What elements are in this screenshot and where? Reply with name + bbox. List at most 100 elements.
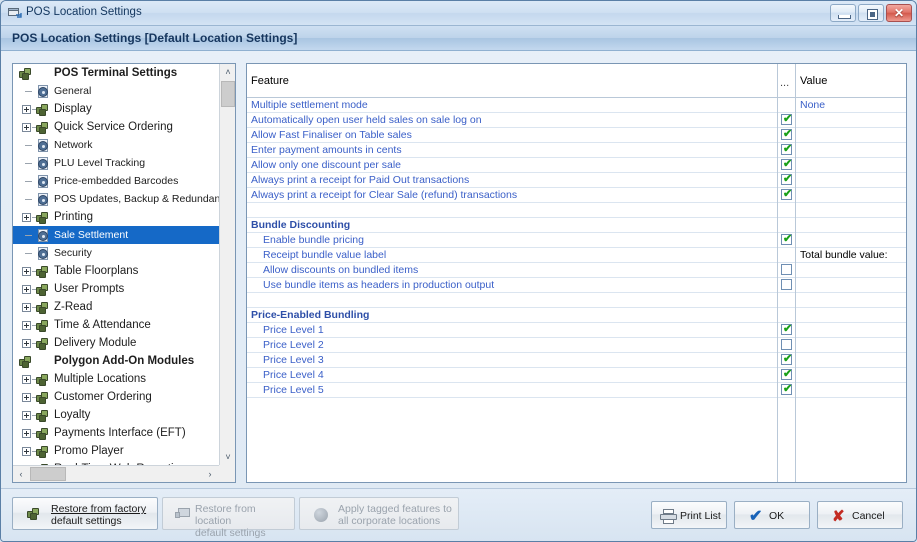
tree-item-pos-terminal-settings[interactable]: POS Terminal Settings <box>13 64 220 82</box>
minimize-button[interactable] <box>830 4 856 22</box>
feature-row[interactable]: Price Level 4 ✔ <box>247 368 906 383</box>
tree-item-plu-level-tracking[interactable]: PLU Level Tracking <box>13 154 220 172</box>
feature-row[interactable]: Enter payment amounts in cents ✔ <box>247 143 906 158</box>
feature-enabled-checkbox[interactable]: ✔ <box>781 189 792 200</box>
tree-vscroll-thumb[interactable] <box>221 81 235 107</box>
feature-enabled-checkbox[interactable]: ✔ <box>781 159 792 170</box>
maximize-button[interactable] <box>858 4 884 22</box>
expand-icon[interactable] <box>22 393 31 402</box>
main-content: POS Terminal Settings General Display Quick… <box>1 51 916 488</box>
feature-enabled-checkbox[interactable]: ✔ <box>781 369 792 380</box>
expand-icon[interactable] <box>22 411 31 420</box>
feature-value[interactable]: None <box>800 98 825 112</box>
feature-section-header[interactable]: Price-Enabled Bundling <box>247 308 906 323</box>
expand-icon[interactable] <box>22 429 31 438</box>
restore-from-factory-defaults-button[interactable]: Restore from factory default settings <box>12 497 158 530</box>
tree-item-promo-player[interactable]: Promo Player <box>13 442 220 460</box>
tree-item-customer-ordering[interactable]: Customer Ordering <box>13 388 220 406</box>
cancel-button[interactable]: ✘ Cancel <box>817 501 903 529</box>
restore-from-location-defaults-button[interactable]: Restore from location default settings <box>162 497 295 539</box>
feature-enabled-checkbox[interactable]: ✔ <box>781 234 792 245</box>
tree-item-table-floorplans[interactable]: Table Floorplans <box>13 262 220 280</box>
feature-row[interactable]: Allow only one discount per sale✔✔ <box>247 158 906 173</box>
feature-row[interactable]: Always print a receipt for Clear Sale (r… <box>247 188 906 203</box>
scroll-left-icon[interactable]: ‹ <box>13 466 29 482</box>
scroll-up-icon[interactable]: ˄ <box>220 64 235 80</box>
feature-row[interactable]: Price Level 1 ✔ <box>247 323 906 338</box>
tree-item-multiple-locations[interactable]: Multiple Locations <box>13 370 220 388</box>
print-list-button[interactable]: Print List <box>651 501 727 529</box>
expand-icon[interactable] <box>22 267 31 276</box>
feature-enabled-checkbox[interactable]: ✔ <box>781 384 792 395</box>
tree-item-user-prompts[interactable]: User Prompts <box>13 280 220 298</box>
feature-enabled-checkbox[interactable]: ✔ <box>781 114 792 125</box>
feature-row[interactable]: Allow discounts on bundled items <box>247 263 906 278</box>
tree-item-security[interactable]: Security <box>13 244 220 262</box>
feature-label: Price Level 4 <box>263 369 324 381</box>
feature-row[interactable]: Price Level 3 ✔ <box>247 353 906 368</box>
feature-row[interactable]: Multiple settlement mode None <box>247 98 906 113</box>
feature-enabled-checkbox[interactable]: ✔ <box>781 174 792 185</box>
tree-item-printing[interactable]: Printing <box>13 208 220 226</box>
tree-item-loyalty[interactable]: Loyalty <box>13 406 220 424</box>
scroll-right-icon[interactable]: › <box>202 466 218 482</box>
expand-icon[interactable] <box>22 375 31 384</box>
expand-icon[interactable] <box>22 447 31 456</box>
tree-item-display[interactable]: Display <box>13 100 220 118</box>
feature-label: Enable bundle pricing <box>263 234 364 246</box>
page-title: POS Location Settings [Default Location … <box>12 31 298 45</box>
tree-item-z-read[interactable]: Z-Read <box>13 298 220 316</box>
feature-row[interactable]: Use bundle items as headers in productio… <box>247 278 906 293</box>
expand-icon[interactable] <box>22 321 31 330</box>
feature-label: Always print a receipt for Clear Sale (r… <box>251 189 518 201</box>
scroll-down-icon[interactable]: ˅ <box>220 449 235 465</box>
feature-enabled-checkbox[interactable] <box>781 339 792 350</box>
title-bar: POS Location Settings ✕ <box>1 1 916 26</box>
tree-item-delivery-module[interactable]: Delivery Module <box>13 334 220 352</box>
expand-icon[interactable] <box>22 213 31 222</box>
feature-row[interactable]: Allow Fast Finaliser on Table sales ✔ <box>247 128 906 143</box>
feature-row[interactable]: Enable bundle pricing✔✔ <box>247 233 906 248</box>
tree-item-pos-updates-backup-redundancy[interactable]: POS Updates, Backup & Redundancy <box>13 190 220 208</box>
tree-item-sale-settlement[interactable]: Sale Settlement <box>13 226 220 244</box>
feature-enabled-checkbox[interactable] <box>781 264 792 275</box>
checkmark-icon: ✔ <box>783 173 793 185</box>
tree-connector <box>25 145 32 146</box>
feature-value[interactable]: Total bundle value: <box>800 248 888 262</box>
feature-row[interactable]: Receipt bundle value label Total bundle v… <box>247 248 906 263</box>
tree-item-payments-interface-eft[interactable]: Payments Interface (EFT) <box>13 424 220 442</box>
feature-row[interactable]: Price Level 5 ✔ <box>247 383 906 398</box>
tree-item-general[interactable]: General <box>13 82 220 100</box>
tree-item-label: Loyalty <box>54 409 91 421</box>
tree-item-price-embedded-barcodes[interactable]: Price-embedded Barcodes <box>13 172 220 190</box>
tree-item-network[interactable]: Network <box>13 136 220 154</box>
tree-item-label: Time & Attendance <box>54 319 151 331</box>
feature-row[interactable]: Price Level 2 <box>247 338 906 353</box>
feature-section-header[interactable]: Bundle Discounting <box>247 218 906 233</box>
ok-button[interactable]: ✔ OK <box>734 501 810 529</box>
close-button[interactable]: ✕ <box>886 4 912 22</box>
tree-hscroll-thumb[interactable] <box>30 467 66 481</box>
tree-connector <box>25 235 32 236</box>
feature-enabled-checkbox[interactable]: ✔ <box>781 324 792 335</box>
expand-icon[interactable] <box>22 339 31 348</box>
expand-icon[interactable] <box>22 123 31 132</box>
settings-tree[interactable]: POS Terminal Settings General Display Quick… <box>13 64 220 467</box>
feature-enabled-checkbox[interactable]: ✔ <box>781 144 792 155</box>
feature-enabled-checkbox[interactable]: ✔ <box>781 129 792 140</box>
feature-enabled-checkbox[interactable]: ✔ <box>781 354 792 365</box>
tree-item-label: Sale Settlement <box>54 229 129 241</box>
tree-item-time-attendance[interactable]: Time & Attendance <box>13 316 220 334</box>
expand-icon[interactable] <box>22 105 31 114</box>
feature-label: Price Level 2 <box>263 339 324 351</box>
feature-row[interactable]: Always print a receipt for Paid Out tran… <box>247 173 906 188</box>
tree-vertical-scrollbar[interactable]: ˄ ˅ <box>219 64 235 482</box>
expand-icon[interactable] <box>22 285 31 294</box>
apply-tagged-features-button[interactable]: Apply tagged features to all corporate l… <box>299 497 459 530</box>
tree-item-polygon-add-on-modules[interactable]: Polygon Add-On Modules <box>13 352 220 370</box>
feature-enabled-checkbox[interactable] <box>781 279 792 290</box>
expand-icon[interactable] <box>22 303 31 312</box>
feature-row[interactable]: Automatically open user held sales on sa… <box>247 113 906 128</box>
tree-horizontal-scrollbar[interactable]: ‹ › <box>13 465 235 482</box>
tree-item-quick-service-ordering[interactable]: Quick Service Ordering <box>13 118 220 136</box>
